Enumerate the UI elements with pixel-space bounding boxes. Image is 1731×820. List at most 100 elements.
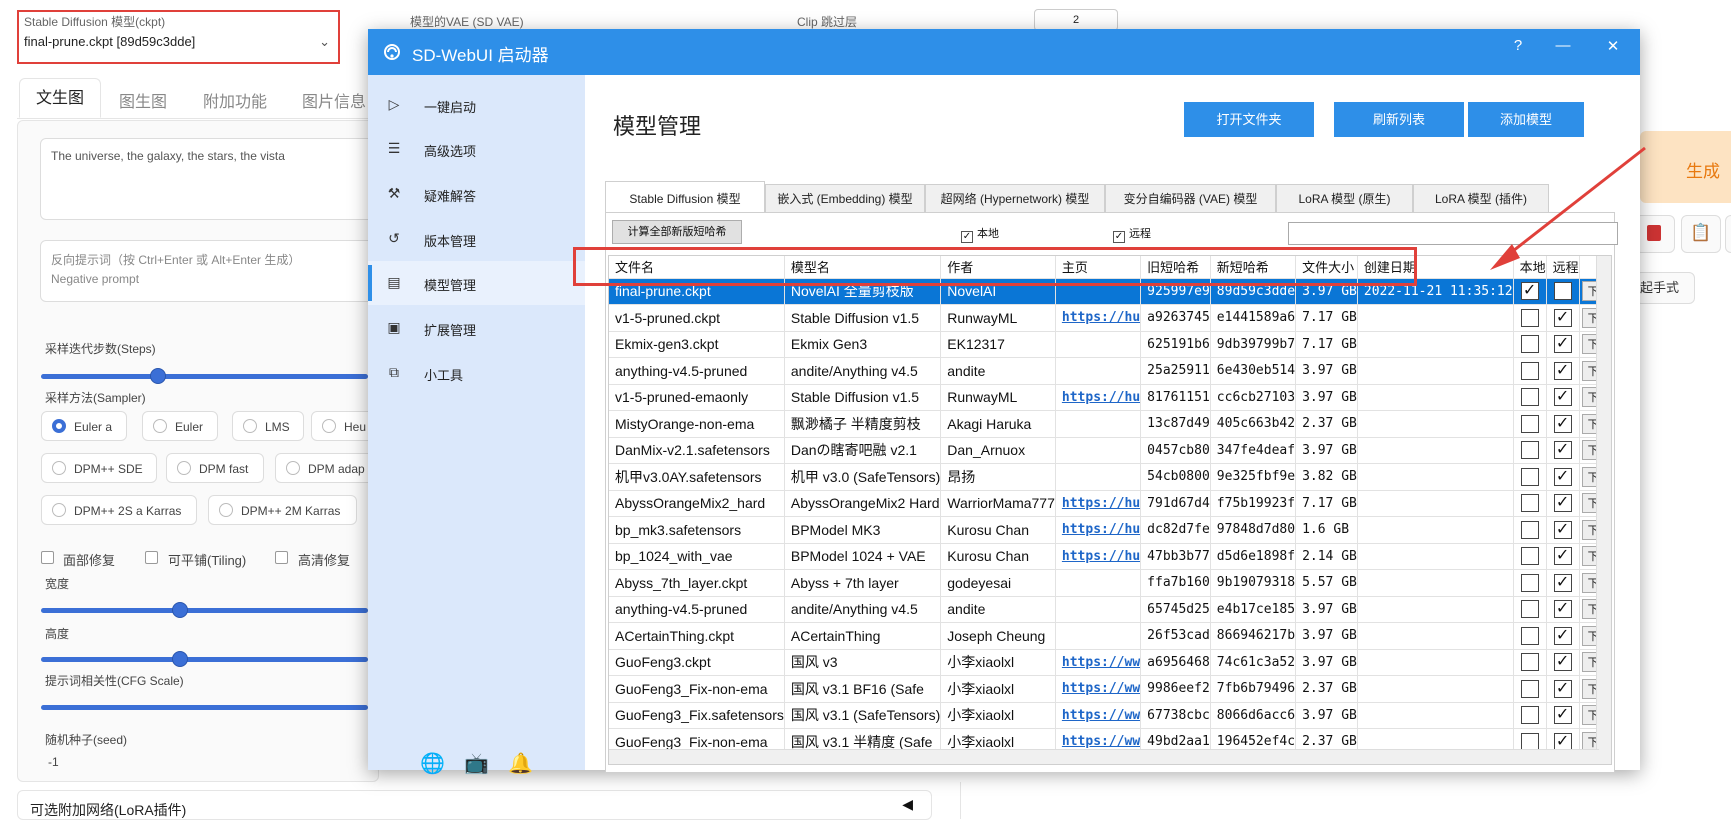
sampler-euler[interactable]: Euler bbox=[142, 411, 218, 441]
steps-slider-track[interactable] bbox=[41, 374, 368, 379]
local-checkbox[interactable] bbox=[1520, 547, 1539, 566]
refresh-list-button[interactable]: 刷新列表 bbox=[1334, 102, 1464, 137]
table-row[interactable]: anything-v4.5-pruned andite/Anything v4.5… bbox=[609, 596, 1611, 623]
table-row[interactable]: GuoFeng3.ckpt 国风 v3 小李xiaolxl https://ww a69… bbox=[609, 649, 1611, 676]
remote-checkbox[interactable]: ✓ bbox=[1553, 520, 1572, 539]
remote-checkbox[interactable]: ✓ bbox=[1553, 441, 1572, 460]
remote-checkbox[interactable]: ✓ bbox=[1553, 494, 1572, 513]
vertical-scrollbar[interactable] bbox=[1596, 256, 1611, 764]
sidebar-item-versions[interactable]: ↺ 版本管理 bbox=[368, 217, 585, 261]
sidebar-item-launch[interactable]: ▷ 一键启动 bbox=[368, 83, 585, 127]
local-checkbox[interactable] bbox=[1520, 706, 1539, 725]
table-row[interactable]: v1-5-pruned-emaonly Stable Diffusion v1.5… bbox=[609, 384, 1611, 411]
local-checkbox[interactable] bbox=[1520, 361, 1539, 380]
remote-checkbox[interactable]: ✓ bbox=[1553, 600, 1572, 619]
remote-checkbox[interactable]: ✓ bbox=[1553, 308, 1572, 327]
local-checkbox[interactable] bbox=[1520, 520, 1539, 539]
steps-slider-knob[interactable] bbox=[150, 368, 166, 384]
table-row[interactable]: GuoFeng3_Fix-non-ema 国风 v3.1 BF16 (Safe 小李… bbox=[609, 675, 1611, 703]
qq-icon[interactable]: 🔔 bbox=[508, 751, 533, 776]
remote-checkbox[interactable]: ✓ bbox=[1553, 335, 1572, 354]
tab-txt2img[interactable]: 文生图 bbox=[19, 78, 101, 118]
sampler-dpmpp-sde[interactable]: DPM++ SDE bbox=[41, 453, 157, 483]
table-row[interactable]: DanMix-v2.1.safetensors Danの瞎寄吧融 v2.1 Dan_… bbox=[609, 437, 1611, 464]
ckpt-select[interactable]: final-prune.ckpt [89d59c3dde] ⌄ bbox=[24, 34, 334, 58]
local-checkbox[interactable] bbox=[1520, 414, 1539, 433]
remote-checkbox[interactable]: ✓ bbox=[1553, 467, 1572, 486]
cell-homepage[interactable] bbox=[1055, 437, 1142, 464]
title-bar[interactable]: SD-WebUI 启动器 ? — ✕ bbox=[368, 29, 1640, 75]
clipboard-button[interactable]: 📋 bbox=[1681, 215, 1721, 253]
open-folder-button[interactable]: 打开文件夹 bbox=[1184, 102, 1314, 137]
add-model-button[interactable]: 添加模型 bbox=[1468, 102, 1584, 137]
sampler-dpm-adaptive[interactable]: DPM adap bbox=[275, 453, 377, 483]
cell-homepage[interactable] bbox=[1055, 463, 1142, 491]
local-checkbox[interactable] bbox=[1520, 494, 1539, 513]
sidebar-item-models[interactable]: ▤ 模型管理 bbox=[368, 261, 585, 305]
table-row[interactable]: bp_1024_with_vae BPModel 1024 + VAE Kurosu… bbox=[609, 543, 1611, 570]
local-checkbox[interactable] bbox=[1520, 441, 1539, 460]
seed-input[interactable]: -1 bbox=[48, 755, 59, 769]
calc-hash-button[interactable]: 计算全部新版短哈希 bbox=[612, 220, 742, 244]
cell-homepage[interactable]: https://ww bbox=[1055, 702, 1142, 729]
cell-homepage[interactable]: https://hu bbox=[1055, 543, 1142, 570]
remote-checkbox[interactable]: ✓ bbox=[1553, 653, 1572, 672]
table-row[interactable]: GuoFeng3_Fix.safetensors 国风 v3.1 (SafeTen… bbox=[609, 702, 1611, 729]
globe-icon[interactable]: 🌐 bbox=[420, 751, 445, 776]
cfg-slider-track[interactable] bbox=[41, 705, 368, 710]
remote-checkbox[interactable]: ✓ bbox=[1553, 679, 1572, 698]
width-slider-track[interactable] bbox=[41, 608, 368, 613]
sampler-dpmpp-2m-karras[interactable]: DPM++ 2M Karras bbox=[208, 495, 357, 525]
table-row[interactable]: 机甲v3.0AY.safetensors 机甲 v3.0 (SafeTensors… bbox=[609, 463, 1611, 491]
local-checkbox[interactable] bbox=[1520, 653, 1539, 672]
tab-img2img[interactable]: 图生图 bbox=[119, 88, 167, 112]
local-checkbox[interactable] bbox=[1520, 626, 1539, 645]
table-row[interactable]: anything-v4.5-pruned andite/Anything v4.5… bbox=[609, 357, 1611, 385]
remote-checkbox[interactable]: ✓ bbox=[1553, 626, 1572, 645]
tab-lora-native[interactable]: LoRA 模型 (原生) bbox=[1276, 184, 1413, 213]
local-checkbox[interactable] bbox=[1520, 388, 1539, 407]
horizontal-scrollbar[interactable] bbox=[609, 749, 1599, 764]
table-row[interactable]: bp_mk3.safetensors BPModel MK3 Kurosu Chan… bbox=[609, 516, 1611, 544]
remote-checkbox[interactable]: ✓ bbox=[1553, 388, 1572, 407]
negative-prompt-textarea[interactable]: 反向提示词（按 Ctrl+Enter 或 Alt+Enter 生成） Negat… bbox=[40, 240, 380, 302]
table-row[interactable]: Ekmix-gen3.ckpt Ekmix Gen3 EK12317 625191b6… bbox=[609, 331, 1611, 358]
cell-homepage[interactable] bbox=[1055, 410, 1142, 438]
table-row[interactable]: Abyss_7th_layer.ckpt Abyss + 7th layer god… bbox=[609, 569, 1611, 597]
local-checkbox[interactable] bbox=[1520, 573, 1539, 592]
tab-hypernetwork[interactable]: 超网络 (Hypernetwork) 模型 bbox=[925, 184, 1105, 213]
cell-homepage[interactable] bbox=[1055, 596, 1142, 623]
sidebar-item-extensions[interactable]: ▣ 扩展管理 bbox=[368, 306, 585, 350]
bilibili-icon[interactable]: 📺 bbox=[464, 751, 489, 776]
remote-filter-checkbox[interactable]: ✓ 远程 bbox=[1113, 225, 1151, 243]
table-row[interactable]: AbyssOrangeMix2_hard AbyssOrangeMix2 Hard… bbox=[609, 490, 1611, 517]
table-row[interactable]: ACertainThing.ckpt ACertainThing Joseph Ch… bbox=[609, 622, 1611, 650]
hires-checkbox[interactable] bbox=[275, 551, 288, 564]
local-checkbox[interactable] bbox=[1520, 467, 1539, 486]
cell-homepage[interactable]: https://hu bbox=[1055, 516, 1142, 544]
sampler-euler-a[interactable]: Euler a bbox=[41, 411, 127, 441]
remote-checkbox[interactable] bbox=[1553, 282, 1572, 301]
tab-embedding[interactable]: 嵌入式 (Embedding) 模型 bbox=[765, 184, 925, 213]
cell-homepage[interactable]: https://ww bbox=[1055, 675, 1142, 703]
remote-checkbox[interactable]: ✓ bbox=[1553, 361, 1572, 380]
cell-homepage[interactable] bbox=[1055, 622, 1142, 650]
tiling-checkbox[interactable] bbox=[145, 551, 158, 564]
sampler-dpmpp-2s-a-karras[interactable]: DPM++ 2S a Karras bbox=[41, 495, 197, 525]
cell-homepage[interactable]: https://hu bbox=[1055, 490, 1142, 517]
sidebar-item-tools[interactable]: ⧉ 小工具 bbox=[368, 351, 585, 395]
face-fix-checkbox[interactable] bbox=[41, 551, 54, 564]
help-button[interactable]: ? bbox=[1506, 37, 1530, 54]
clip-input[interactable]: 2 bbox=[1034, 9, 1118, 31]
tab-sd-models[interactable]: Stable Diffusion 模型 bbox=[605, 181, 765, 213]
local-checkbox[interactable] bbox=[1520, 335, 1539, 354]
local-checkbox[interactable] bbox=[1520, 600, 1539, 619]
lora-accordion[interactable]: 可选附加网络(LoRA插件) ◀ bbox=[17, 790, 932, 820]
local-checkbox[interactable] bbox=[1520, 679, 1539, 698]
cell-homepage[interactable] bbox=[1055, 357, 1142, 385]
sampler-lms[interactable]: LMS bbox=[232, 411, 304, 441]
cell-homepage[interactable]: https://hu bbox=[1055, 384, 1142, 411]
local-filter-checkbox[interactable]: ✓ 本地 bbox=[961, 225, 999, 243]
local-checkbox[interactable] bbox=[1520, 308, 1539, 327]
remote-checkbox[interactable]: ✓ bbox=[1553, 573, 1572, 592]
